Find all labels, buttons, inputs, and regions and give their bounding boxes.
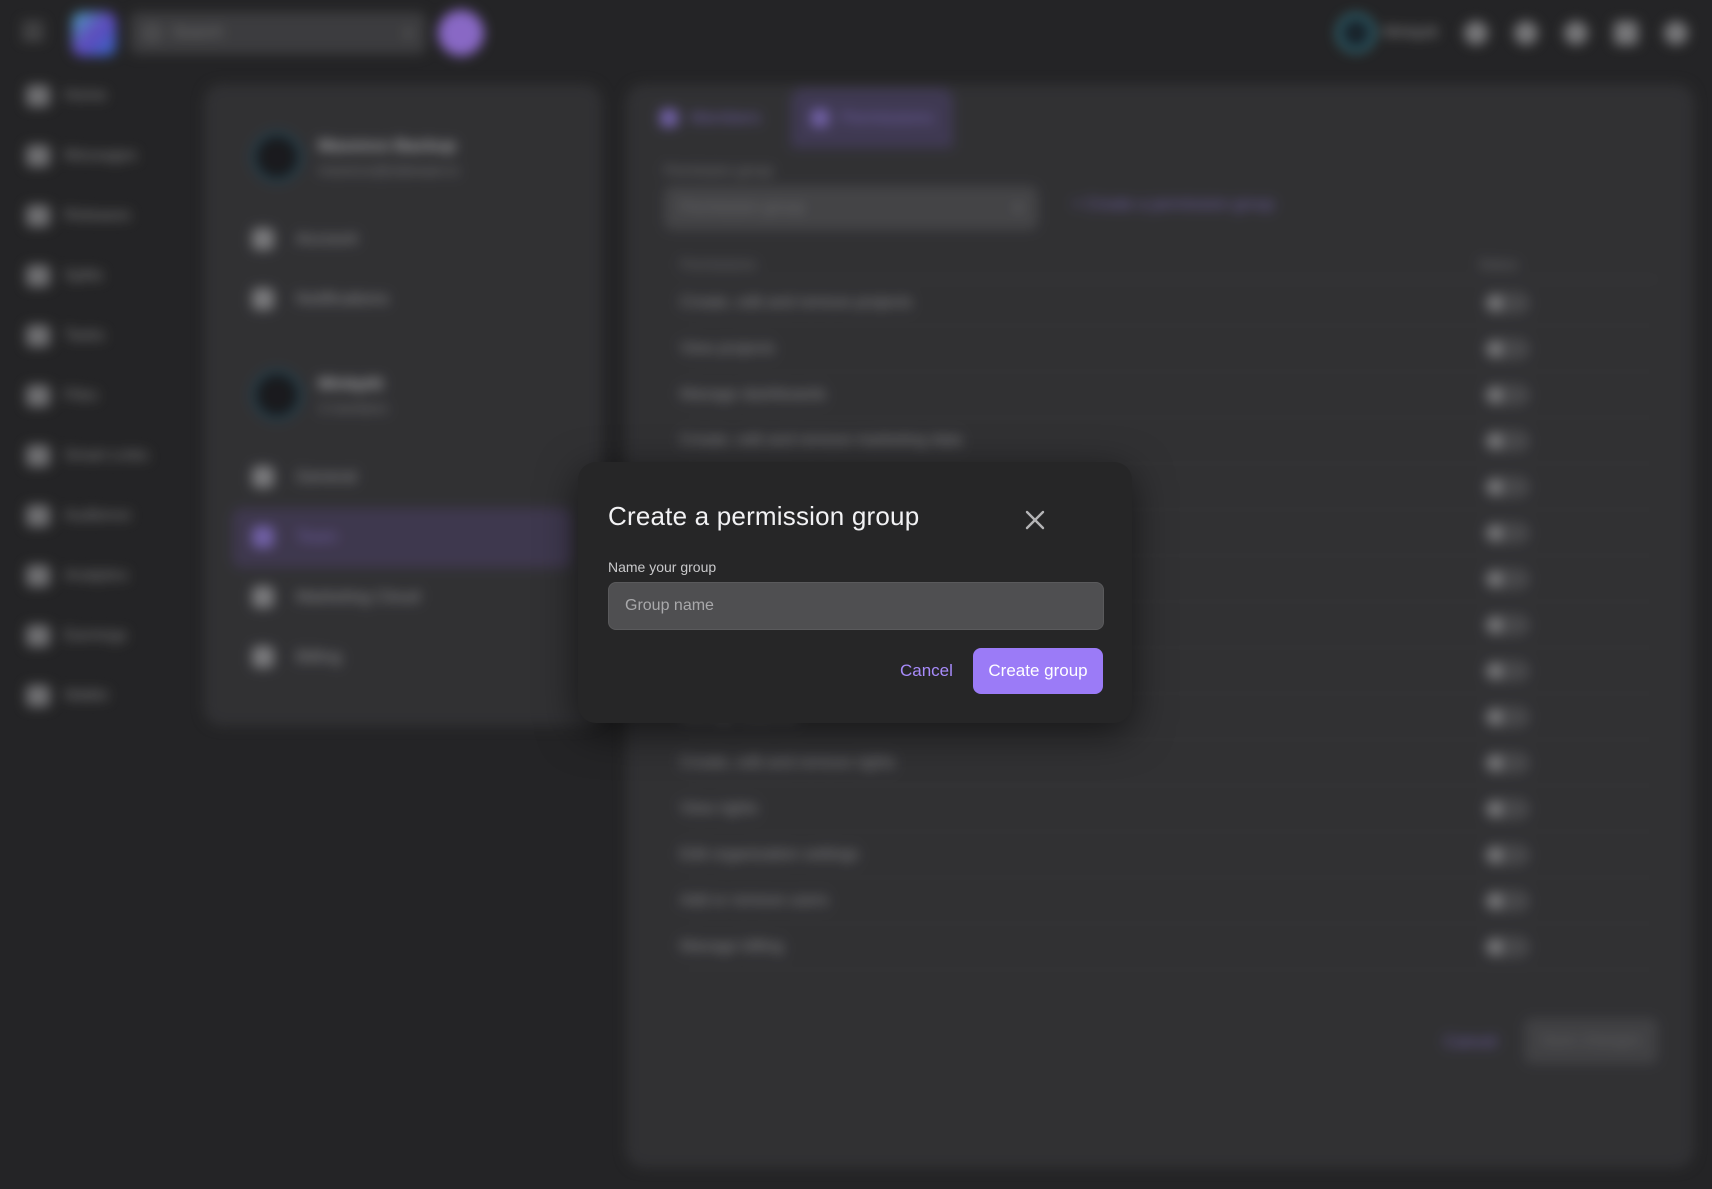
group-name-input[interactable] bbox=[608, 582, 1104, 630]
cancel-button[interactable]: Cancel bbox=[886, 648, 967, 694]
group-name-label: Name your group bbox=[608, 559, 717, 575]
dialog-title: Create a permission group bbox=[608, 501, 920, 531]
create-permission-group-dialog: Create a permission group Name your grou… bbox=[578, 462, 1132, 723]
close-icon bbox=[1025, 510, 1045, 530]
create-group-button[interactable]: Create group bbox=[973, 648, 1103, 694]
close-button[interactable] bbox=[1014, 499, 1056, 541]
